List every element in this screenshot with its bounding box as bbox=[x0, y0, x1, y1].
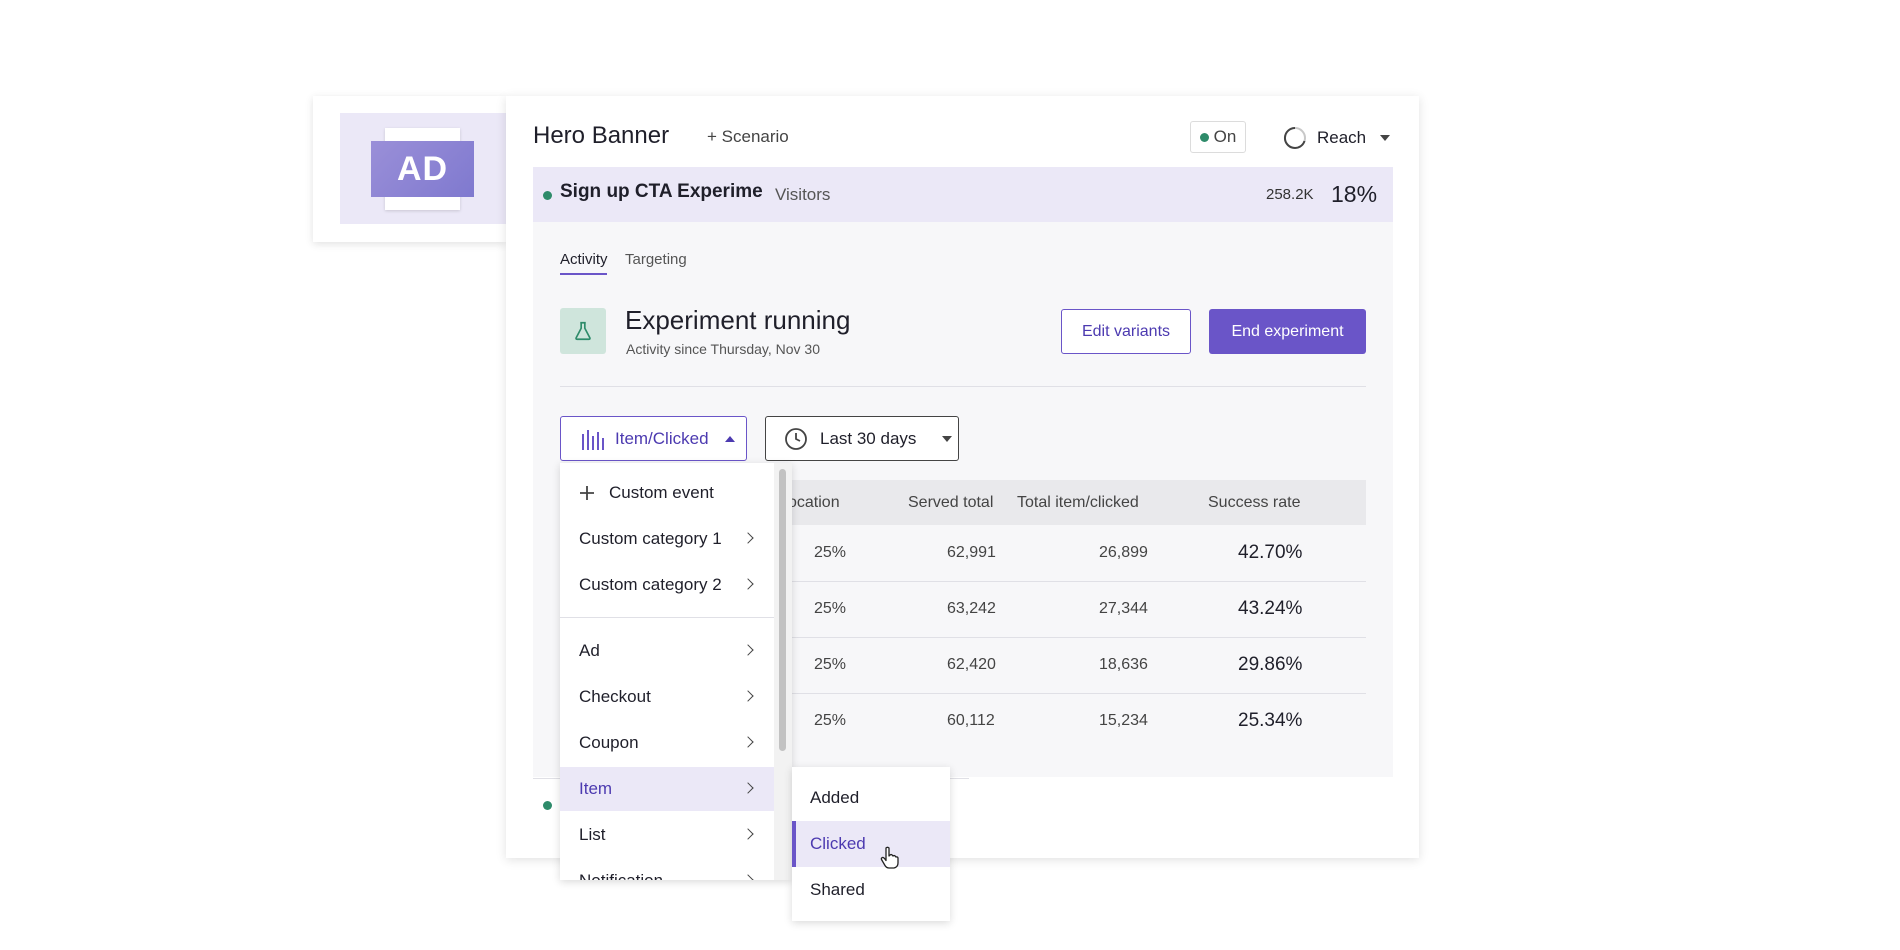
submenu-item-shared[interactable]: Shared bbox=[792, 867, 950, 913]
menu-item-notification[interactable]: Notification bbox=[560, 859, 774, 880]
status-dot-icon bbox=[1199, 132, 1209, 142]
end-experiment-button[interactable]: End experiment bbox=[1209, 309, 1366, 354]
cell-clicked: 27,344 bbox=[1099, 600, 1148, 617]
column-header-success-rate: Success rate bbox=[1208, 494, 1301, 511]
cell-served: 63,242 bbox=[947, 600, 996, 617]
cell-success-rate: 43.24% bbox=[1238, 598, 1303, 619]
tab-activity[interactable]: Activity bbox=[560, 251, 608, 268]
add-scenario-link[interactable]: + Scenario bbox=[707, 127, 789, 147]
visitor-count: 258.2K bbox=[1266, 186, 1314, 203]
hand-cursor-icon bbox=[880, 846, 899, 869]
chevron-right-icon bbox=[742, 532, 754, 544]
chevron-down-icon bbox=[1380, 135, 1391, 141]
cell-clicked: 15,234 bbox=[1099, 712, 1148, 729]
menu-item-label: Custom event bbox=[609, 483, 714, 502]
menu-item-label: List bbox=[579, 825, 606, 844]
menu-item-custom-category-1[interactable]: Custom category 1 bbox=[560, 517, 774, 561]
menu-item-list[interactable]: List bbox=[560, 813, 774, 857]
reach-gauge-icon bbox=[1283, 126, 1306, 149]
chevron-right-icon bbox=[742, 828, 754, 840]
experiment-status-dot-icon bbox=[543, 191, 552, 200]
menu-item-coupon[interactable]: Coupon bbox=[560, 721, 774, 765]
experiment-visitors-label: Visitors bbox=[775, 185, 831, 204]
menu-item-label: Custom category 2 bbox=[579, 575, 722, 594]
cell-clicked: 18,636 bbox=[1099, 656, 1148, 673]
menu-item-label: Checkout bbox=[579, 687, 651, 706]
ad-logo: AD bbox=[371, 141, 474, 197]
menu-item-label: Item bbox=[579, 779, 613, 798]
column-header-served-total: Served total bbox=[908, 494, 994, 511]
cell-allocation: 25% bbox=[814, 656, 847, 673]
submenu-item-added[interactable]: Added bbox=[792, 775, 950, 821]
cell-clicked: 26,899 bbox=[1099, 544, 1148, 561]
menu-item-ad[interactable]: Ad bbox=[560, 629, 774, 673]
flask-icon bbox=[575, 321, 591, 341]
chevron-right-icon bbox=[742, 782, 754, 794]
cell-allocation: 25% bbox=[814, 712, 847, 729]
date-range-value: Last 30 days bbox=[820, 428, 917, 448]
cell-served: 60,112 bbox=[947, 712, 995, 729]
clock-icon bbox=[785, 427, 807, 450]
plus-icon bbox=[580, 486, 594, 500]
menu-item-custom-category-2[interactable]: Custom category 2 bbox=[560, 563, 774, 607]
metric-select-value: Item/Clicked bbox=[615, 428, 709, 448]
cell-allocation: 25% bbox=[814, 600, 847, 617]
experiment-icon-box bbox=[560, 308, 606, 354]
metric-select[interactable]: Item/Clicked bbox=[560, 416, 747, 461]
menu-item-label: Notification bbox=[579, 871, 663, 880]
section-divider bbox=[560, 386, 1366, 387]
experiment-status-title: Experiment running bbox=[625, 305, 851, 335]
experiment-name: Sign up CTA Experime bbox=[560, 181, 763, 202]
chevron-down-icon bbox=[942, 435, 953, 442]
date-range-select[interactable]: Last 30 days bbox=[765, 416, 959, 461]
cell-success-rate: 25.34% bbox=[1238, 710, 1303, 731]
active-tab-indicator bbox=[560, 273, 607, 275]
menu-item-label: Ad bbox=[579, 641, 600, 660]
reach-dropdown[interactable]: Reach bbox=[1283, 124, 1391, 152]
edit-variants-button[interactable]: Edit variants bbox=[1061, 309, 1191, 354]
column-header-total-clicked: Total item/clicked bbox=[1017, 494, 1139, 511]
menu-item-item[interactable]: Item bbox=[560, 767, 774, 811]
cell-success-rate: 42.70% bbox=[1238, 542, 1303, 563]
chevron-up-icon bbox=[724, 435, 735, 442]
status-toggle[interactable]: On bbox=[1190, 121, 1246, 153]
menu-item-label: Coupon bbox=[579, 733, 639, 752]
item-submenu: Added Clicked Shared bbox=[792, 767, 950, 921]
chevron-right-icon bbox=[742, 736, 754, 748]
chevron-right-icon bbox=[742, 644, 754, 656]
experiment-status-dot-icon bbox=[543, 801, 552, 810]
menu-item-custom-event[interactable]: Custom event bbox=[560, 471, 774, 515]
page-title: Hero Banner bbox=[533, 122, 670, 149]
menu-item-checkout[interactable]: Checkout bbox=[560, 675, 774, 719]
status-label: On bbox=[1213, 127, 1237, 146]
bar-chart-icon bbox=[582, 429, 604, 450]
chevron-right-icon bbox=[742, 874, 754, 880]
cell-served: 62,420 bbox=[947, 656, 996, 673]
chevron-right-icon bbox=[742, 690, 754, 702]
chevron-right-icon bbox=[742, 578, 754, 590]
cell-allocation: 25% bbox=[814, 544, 847, 561]
menu-item-label: Custom category 1 bbox=[579, 529, 722, 548]
cell-served: 62,991 bbox=[947, 544, 996, 561]
reach-label: Reach bbox=[1317, 128, 1367, 147]
cell-success-rate: 29.86% bbox=[1238, 654, 1303, 675]
tab-targeting[interactable]: Targeting bbox=[625, 251, 687, 268]
metric-dropdown-menu: Custom event Custom category 1 Custom ca… bbox=[560, 463, 792, 880]
menu-scrollbar-thumb[interactable] bbox=[779, 469, 786, 751]
visitor-share: 18% bbox=[1331, 181, 1378, 207]
menu-divider bbox=[560, 617, 774, 618]
experiment-activity-since: Activity since Thursday, Nov 30 bbox=[626, 341, 821, 357]
column-header-allocation: ocation bbox=[788, 494, 840, 511]
submenu-item-clicked[interactable]: Clicked bbox=[792, 821, 950, 867]
